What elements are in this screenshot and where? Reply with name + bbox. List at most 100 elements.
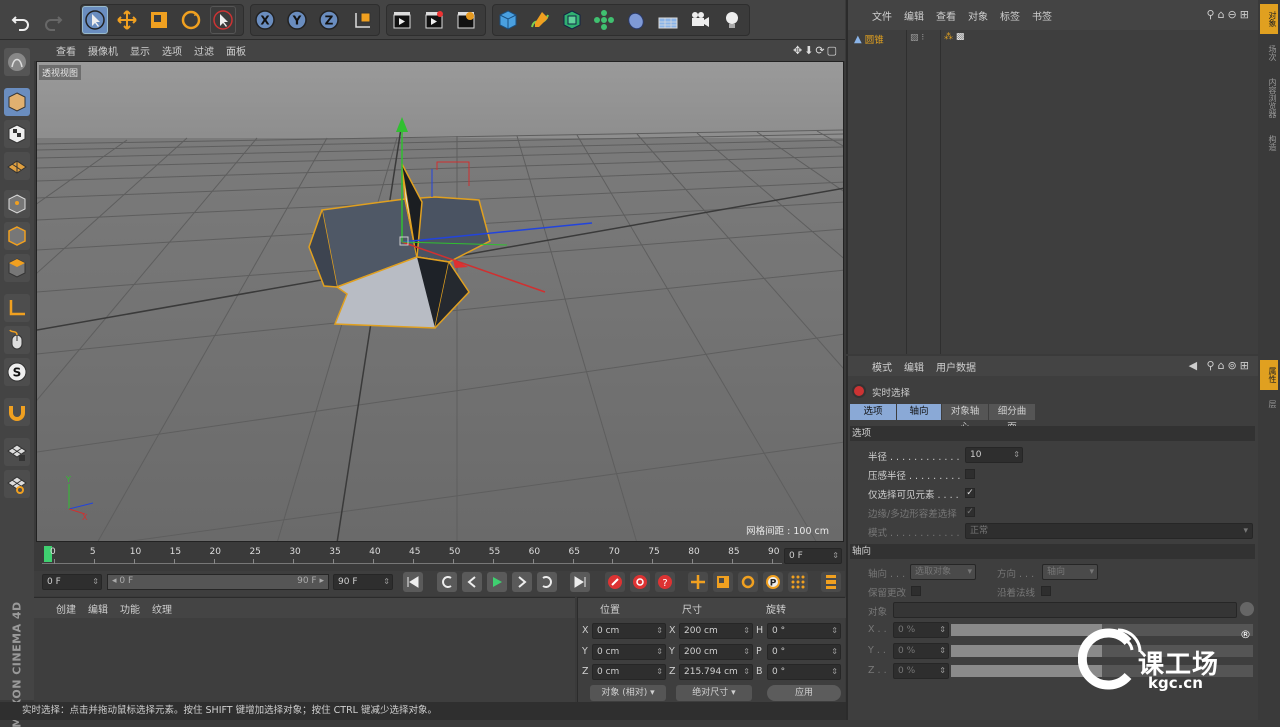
size-y-field[interactable]: 200 cm [679,644,753,660]
model-mode-icon[interactable] [4,88,30,116]
tab-content-browser[interactable]: 内容浏览器 [1260,72,1278,124]
undo-button[interactable] [8,6,34,34]
render-picture-viewer-icon[interactable] [421,6,447,34]
object-row-cone[interactable]: ▲ 圆锥 [854,32,884,47]
menu-mode[interactable]: 模式 [872,359,892,374]
menu-user-data[interactable]: 用户数据 [936,359,976,374]
axis-mode-icon[interactable] [4,294,30,322]
menu-filter[interactable]: 过滤 [194,43,214,58]
visibility-toggle-icon[interactable]: ▨ ⁝ [910,33,924,43]
frame-range-slider[interactable]: ◂ 0 F 90 F ▸ [107,574,329,590]
subdivision-surface-icon[interactable] [559,6,585,34]
tab-axis[interactable]: 轴向 [897,404,941,420]
pen-spline-icon[interactable] [527,6,553,34]
autokey-icon[interactable] [630,572,650,592]
move-tool-icon[interactable] [114,6,140,34]
menu-edit-obj[interactable]: 编辑 [904,8,924,23]
tab-subdivision[interactable]: 细分曲面 [989,404,1035,433]
pos-x-field[interactable]: 0 cm [592,623,666,639]
axis-dropdown[interactable]: 选取对象 ▾ [910,564,976,580]
timeline-end-field[interactable]: 0 F [784,548,842,564]
x-axis-lock-icon[interactable]: X [252,6,278,34]
object-manager-tools[interactable]: ⚲⌂⊖⊞ [1207,8,1252,21]
light-icon[interactable] [719,6,745,34]
rot-b-field[interactable]: 0 ° [767,664,841,680]
menu-camera[interactable]: 摄像机 [88,43,118,58]
menu-view-obj[interactable]: 查看 [936,8,956,23]
menu-bookmarks[interactable]: 书签 [1032,8,1052,23]
tab-attributes[interactable]: 属性 [1260,360,1278,390]
goto-end-icon[interactable] [570,572,590,592]
key-pla-icon[interactable] [788,572,808,592]
y-percent-field[interactable]: 0 % [893,643,949,659]
make-editable-icon[interactable] [4,48,30,76]
object-link-picker-icon[interactable] [1240,602,1254,616]
menu-create[interactable]: 创建 [56,601,76,616]
along-normal-checkbox[interactable] [1041,586,1051,596]
tag-icons[interactable]: ⁂ ▩ [944,32,964,42]
prev-frame-icon[interactable] [462,572,482,592]
perspective-viewport[interactable]: Y X 透视视图 网格间距 : 100 cm [36,61,844,542]
next-frame-icon[interactable] [512,572,532,592]
pos-y-field[interactable]: 0 cm [592,644,666,660]
edge-poly-checkbox[interactable]: ✓ [965,507,975,517]
radius-field[interactable]: 10 [965,447,1023,463]
key-position-icon[interactable] [688,572,708,592]
menu-panel[interactable]: 面板 [226,43,246,58]
coord-mode-dropdown[interactable]: 对象 (相对) ▾ [590,685,666,701]
mode-dropdown[interactable]: 正常 ▾ [965,523,1253,539]
rot-p-field[interactable]: 0 ° [767,644,841,660]
tab-objects[interactable]: 对象 [1260,4,1278,34]
prev-key-icon[interactable] [437,572,457,592]
tab-structure[interactable]: 构造 [1260,128,1278,158]
locked-workplane-icon[interactable] [4,470,30,498]
next-key-icon[interactable] [537,572,557,592]
x-percent-field[interactable]: 0 % [893,622,949,638]
attribute-nav-icons[interactable]: ◀ ⚲⌂⊚⊞ [1189,359,1252,372]
size-z-field[interactable]: 215.794 cm [679,664,753,680]
snap-icon[interactable]: S [4,358,30,386]
keyframe-help-icon[interactable]: ? [655,572,675,592]
play-icon[interactable] [487,572,507,592]
menu-function[interactable]: 功能 [120,601,140,616]
tab-object-axis[interactable]: 对象轴心 [942,404,988,433]
apply-button[interactable]: 应用 [767,685,841,701]
direction-dropdown[interactable]: 轴向 ▾ [1042,564,1098,580]
render-settings-icon[interactable] [453,6,479,34]
camera-icon[interactable] [687,6,713,34]
tweak-mode-icon[interactable] [4,326,30,354]
viewport-nav-icons[interactable]: ✥⬇⟳▢ [793,44,839,57]
timeline-window-icon[interactable] [821,572,841,592]
edges-mode-icon[interactable] [4,222,30,250]
coordinate-system-icon[interactable] [350,6,376,34]
redo-button[interactable] [40,6,66,34]
key-rotation-icon[interactable] [738,572,758,592]
select-tool-icon[interactable] [82,6,108,34]
texture-mode-icon[interactable] [4,120,30,148]
object-name[interactable]: 圆锥 [865,32,884,46]
menu-display[interactable]: 显示 [130,43,150,58]
size-mode-dropdown[interactable]: 绝对尺寸 ▾ [676,685,752,701]
magnet-snap-icon[interactable] [4,398,30,426]
menu-file[interactable]: 文件 [872,8,892,23]
max-frame-field[interactable]: 90 F [333,574,393,590]
menu-tags[interactable]: 标签 [1000,8,1020,23]
rotate-tool-icon[interactable] [178,6,204,34]
tab-options[interactable]: 选项 [850,404,896,420]
recent-tool-icon[interactable] [210,6,236,34]
points-mode-icon[interactable] [4,190,30,218]
record-icon[interactable] [605,572,625,592]
tab-takes[interactable]: 场次 [1260,38,1278,68]
visible-only-checkbox[interactable]: ✓ [965,488,975,498]
size-x-field[interactable]: 200 cm [679,623,753,639]
object-link-field[interactable] [893,602,1237,618]
deformer-icon[interactable] [623,6,649,34]
timeline-ruler[interactable]: 0 5 10 15 20 25 30 35 40 45 50 55 60 65 70 75 80 85 90 0 F [34,542,845,571]
menu-options[interactable]: 选项 [162,43,182,58]
pos-z-field[interactable]: 0 cm [592,664,666,680]
key-parameter-icon[interactable]: P [763,572,783,592]
tab-layers[interactable]: 层 [1260,394,1278,414]
menu-edit-attr[interactable]: 编辑 [904,359,924,374]
y-axis-lock-icon[interactable]: Y [284,6,310,34]
menu-objects[interactable]: 对象 [968,8,988,23]
